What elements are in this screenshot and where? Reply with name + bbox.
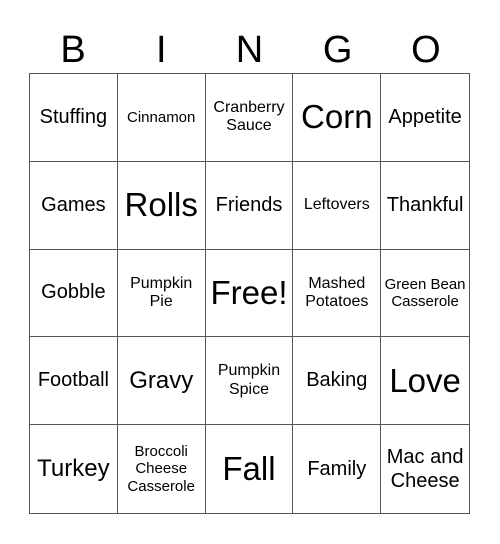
bingo-cell[interactable]: Rolls: [117, 161, 206, 250]
bingo-card-grid: Stuffing Cinnamon Cranberry Sauce Corn Appet…: [29, 73, 470, 514]
bingo-cell[interactable]: Games: [30, 161, 118, 250]
bingo-cell[interactable]: Baking: [293, 337, 382, 426]
bingo-cell[interactable]: Corn: [293, 74, 382, 162]
header-letter-g: G: [322, 29, 353, 71]
bingo-cell[interactable]: Thankful: [381, 162, 469, 250]
header-letter-n: N: [235, 29, 264, 71]
bingo-cell[interactable]: Pumpkin Pie: [117, 249, 206, 338]
bingo-cell[interactable]: Gobble: [30, 249, 118, 338]
header-letter-i: I: [156, 29, 167, 71]
header-letter-b: B: [60, 29, 86, 71]
bingo-cell[interactable]: Turkey: [30, 425, 118, 513]
bingo-cell[interactable]: Cranberry Sauce: [205, 74, 294, 162]
bingo-cell[interactable]: Fall: [206, 425, 294, 513]
bingo-cell[interactable]: Broccoli Cheese Casserole: [118, 425, 206, 513]
free-space-cell[interactable]: Free!: [205, 249, 294, 338]
bingo-cell[interactable]: Cinnamon: [117, 74, 206, 162]
header-letter-o: O: [411, 29, 441, 71]
bingo-header: B I N G O: [29, 28, 470, 72]
bingo-cell[interactable]: Green Bean Casserole: [381, 250, 469, 338]
bingo-cell[interactable]: Pumpkin Spice: [205, 337, 294, 426]
bingo-cell[interactable]: Friends: [205, 161, 294, 250]
bingo-cell[interactable]: Mashed Potatoes: [293, 249, 382, 338]
bingo-cell[interactable]: Football: [30, 337, 118, 426]
bingo-cell[interactable]: Mac and Cheese: [381, 425, 469, 513]
bingo-cell[interactable]: Family: [293, 425, 382, 513]
bingo-cell[interactable]: Gravy: [117, 337, 206, 426]
bingo-cell[interactable]: Leftovers: [293, 161, 382, 250]
bingo-cell[interactable]: Love: [381, 337, 469, 426]
bingo-cell[interactable]: Stuffing: [30, 74, 118, 162]
bingo-cell[interactable]: Appetite: [381, 74, 469, 162]
